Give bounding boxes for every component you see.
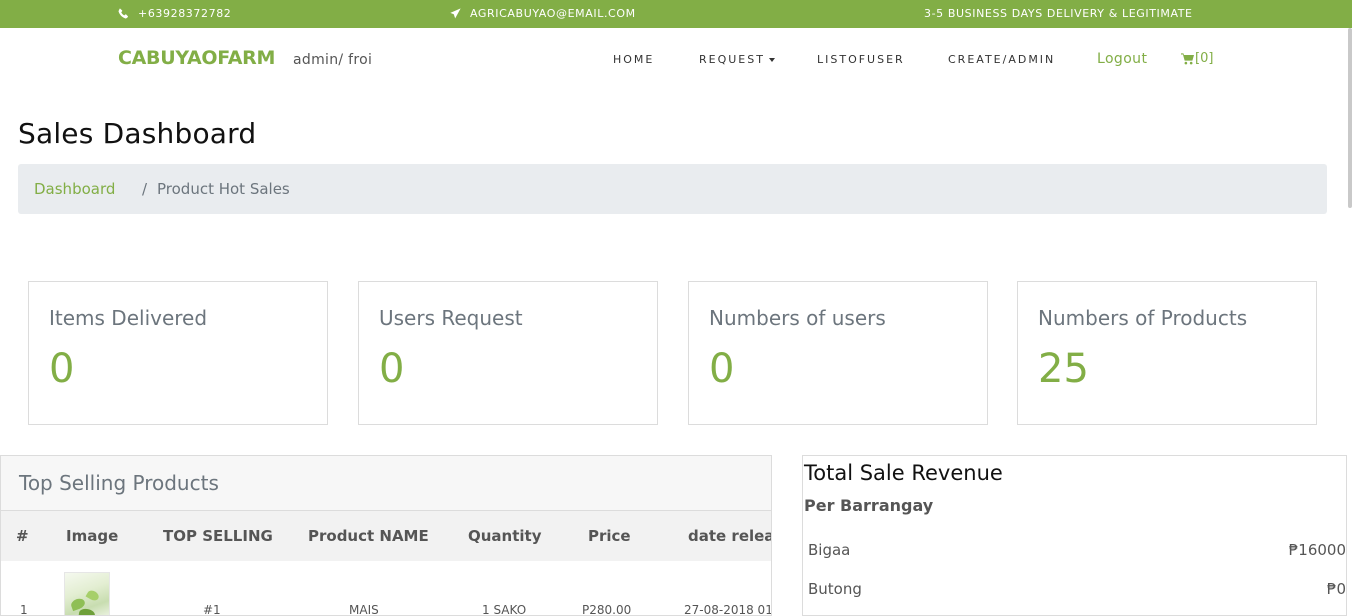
cart-icon [1181,52,1194,64]
page-scrollbar[interactable] [1348,28,1352,208]
column-header-number: # [16,527,29,545]
cell-product-name: MAIS [349,603,379,616]
total-sale-revenue-panel: Total Sale Revenue Per Barrangay Bigaa ₱… [802,455,1347,616]
caret-down-icon [768,58,775,62]
brand-logo[interactable]: CABUYAOFARM [118,47,275,69]
breadcrumb-current: Product Hot Sales [157,180,290,198]
stat-card-items-delivered: Items Delivered 0 [28,281,328,425]
stat-card-label: Numbers of Products [1038,306,1248,330]
stat-card-users-request: Users Request 0 [358,281,658,425]
cell-rank: #1 [203,603,221,616]
column-header-quantity: Quantity [468,527,542,545]
phone-number: +63928372782 [138,7,232,20]
logout-link[interactable]: Logout [1097,51,1147,67]
barangay-name: Butong [808,580,862,598]
cell-price: P280.00 [582,603,632,616]
cell-date: 27-08-2018 01 [684,603,772,616]
nav-create-admin-link[interactable]: CREATE/ADMIN [948,53,1055,66]
table-header: # Image TOP SELLING Product NAME Quantit… [1,511,772,561]
cell-quantity: 1 SAKO [482,603,527,616]
column-header-date-released: date relea [688,527,772,545]
nav-home-link[interactable]: HOME [613,53,654,66]
barangay-name: Bigaa [808,541,851,559]
delivery-notice: 3-5 BUSINESS DAYS DELIVERY & LEGITIMATE [924,7,1193,20]
stat-card-value: 0 [379,346,405,392]
column-header-image: Image [66,527,119,545]
page-title: Sales Dashboard [18,117,257,150]
stat-card-label: Numbers of users [709,306,886,330]
stat-card-value: 25 [1038,346,1089,392]
column-header-price: Price [588,527,631,545]
email-contact: AGRICABUYAO@EMAIL.COM [450,7,636,20]
top-selling-products-panel: Top Selling Products # Image TOP SELLING… [0,455,772,616]
nav-list-of-users-link[interactable]: LISTOFUSER [817,53,905,66]
phone-contact: +63928372782 [118,7,231,20]
panel-title: Top Selling Products [19,471,219,495]
stat-card-value: 0 [709,346,735,392]
stat-card-label: Users Request [379,306,523,330]
top-info-bar: +63928372782 AGRICABUYAO@EMAIL.COM 3-5 B… [0,0,1352,28]
revenue-title: Total Sale Revenue [804,461,1003,485]
current-user: admin/ froi [293,52,373,68]
phone-icon [118,8,128,19]
breadcrumb-dashboard-link[interactable]: Dashboard [34,180,115,198]
paper-plane-icon [450,8,461,19]
breadcrumb-separator: / [142,180,148,198]
stat-card-value: 0 [49,346,75,392]
panel-header: Top Selling Products [1,456,771,511]
product-image [64,572,110,615]
main-navbar: CABUYAOFARM admin/ froi HOME REQUEST LIS… [0,28,1352,92]
delivery-text: 3-5 BUSINESS DAYS DELIVERY & LEGITIMATE [924,7,1193,20]
stat-card-label: Items Delivered [49,306,208,330]
column-header-top-selling: TOP SELLING [163,527,273,545]
stat-card-number-of-users: Numbers of users 0 [688,281,988,425]
stat-card-number-of-products: Numbers of Products 25 [1017,281,1317,425]
column-header-product-name: Product NAME [308,527,429,545]
table-row[interactable]: 1 #1 MAIS 1 SAKO P280.00 27-08-2018 01 [1,561,772,616]
cart-link[interactable]: [0] [1181,51,1213,66]
cart-count: [0] [1195,51,1214,66]
email-address: AGRICABUYAO@EMAIL.COM [470,7,636,20]
nav-request-label: REQUEST [699,53,765,66]
revenue-subtitle: Per Barrangay [804,496,934,515]
breadcrumb: Dashboard / Product Hot Sales [18,164,1327,214]
cell-number: 1 [20,603,28,616]
barangay-revenue: ₱0 [1326,580,1346,598]
nav-request-dropdown[interactable]: REQUEST [699,53,775,66]
barangay-revenue: ₱16000 [1288,541,1346,559]
